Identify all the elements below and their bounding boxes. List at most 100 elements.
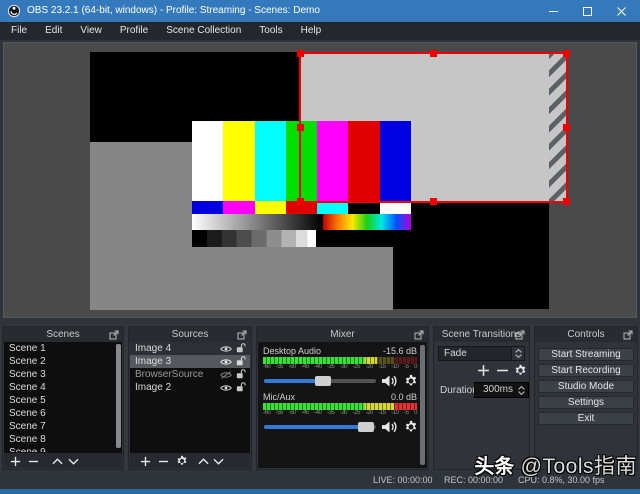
live-time: LIVE: 00:00:00 bbox=[373, 475, 433, 485]
selection-handle[interactable] bbox=[563, 50, 570, 57]
start-streaming-button[interactable]: Start Streaming bbox=[538, 348, 634, 361]
selection-handle[interactable] bbox=[429, 50, 437, 57]
menu-scene-collection[interactable]: Scene Collection bbox=[157, 22, 250, 40]
transition-properties-gear-icon[interactable] bbox=[514, 364, 527, 377]
window-title: OBS 23.2.1 (64-bit, windows) - Profile: … bbox=[27, 5, 320, 16]
mixer-scrollbar[interactable] bbox=[420, 345, 425, 465]
popout-icon[interactable] bbox=[414, 330, 424, 340]
exit-button[interactable]: Exit bbox=[538, 412, 634, 425]
scenes-scrollbar[interactable] bbox=[116, 344, 121, 448]
add-transition-button[interactable] bbox=[477, 364, 490, 377]
spinbox-arrows[interactable] bbox=[516, 383, 527, 397]
scene-item[interactable]: Scene 1 bbox=[4, 342, 122, 355]
eye-icon[interactable] bbox=[220, 358, 232, 366]
menu-help[interactable]: Help bbox=[292, 22, 331, 40]
eye-icon[interactable] bbox=[220, 384, 232, 392]
popout-icon[interactable] bbox=[109, 330, 119, 340]
source-name: Image 4 bbox=[135, 343, 172, 354]
sources-title: Sources bbox=[171, 329, 209, 340]
controls-header[interactable]: Controls bbox=[535, 327, 637, 342]
source-name: Image 3 bbox=[135, 356, 172, 367]
volume-slider-handle[interactable] bbox=[357, 422, 374, 432]
lock-icon[interactable] bbox=[236, 382, 246, 393]
selection-handle[interactable] bbox=[563, 198, 570, 205]
channel-gear-icon[interactable] bbox=[404, 374, 418, 388]
remove-transition-button[interactable] bbox=[496, 364, 509, 377]
menu-file[interactable]: File bbox=[2, 22, 36, 40]
start-recording-button[interactable]: Start Recording bbox=[538, 364, 634, 377]
add-scene-button[interactable] bbox=[9, 455, 21, 467]
scenes-header[interactable]: Scenes bbox=[3, 327, 123, 342]
add-source-button[interactable] bbox=[139, 455, 151, 467]
remove-source-button[interactable] bbox=[157, 455, 169, 467]
lock-icon[interactable] bbox=[236, 369, 246, 380]
source-properties-gear-icon[interactable] bbox=[176, 455, 188, 467]
combo-spinner[interactable] bbox=[511, 347, 524, 360]
volume-meter bbox=[263, 357, 417, 364]
scene-transitions-header[interactable]: Scene Transitions bbox=[434, 327, 529, 342]
move-source-up-button[interactable] bbox=[197, 455, 209, 467]
scene-item[interactable]: Scene 8 bbox=[4, 433, 122, 446]
chevron-up-icon bbox=[514, 349, 522, 353]
duration-label: Duration bbox=[440, 385, 478, 396]
lock-icon[interactable] bbox=[236, 356, 246, 367]
preview-source-black-rect-2[interactable] bbox=[393, 203, 549, 309]
volume-slider[interactable] bbox=[264, 422, 376, 432]
scene-item[interactable]: Scene 6 bbox=[4, 407, 122, 420]
channel-gear-icon[interactable] bbox=[404, 420, 418, 434]
menu-tools[interactable]: Tools bbox=[250, 22, 291, 40]
scene-item[interactable]: Scene 3 bbox=[4, 368, 122, 381]
selection-handle[interactable] bbox=[297, 50, 304, 57]
move-scene-down-button[interactable] bbox=[67, 455, 79, 467]
remove-scene-button[interactable] bbox=[27, 455, 39, 467]
volume-slider[interactable] bbox=[264, 376, 376, 386]
sources-header[interactable]: Sources bbox=[129, 327, 251, 342]
mixer-body: Desktop Audio -15.6 dB -60 -55 -50 -45 -40 -3… bbox=[258, 342, 427, 468]
scene-item[interactable]: Scene 5 bbox=[4, 394, 122, 407]
source-item[interactable]: Image 2 bbox=[130, 381, 250, 394]
popout-icon[interactable] bbox=[623, 330, 633, 340]
selection-handle[interactable] bbox=[297, 123, 304, 131]
chevron-down-icon bbox=[518, 390, 525, 395]
speaker-icon[interactable] bbox=[381, 420, 398, 434]
maximize-button[interactable] bbox=[570, 0, 604, 22]
menu-view[interactable]: View bbox=[71, 22, 111, 40]
selection-handle[interactable] bbox=[429, 198, 437, 205]
source-item-hidden[interactable]: BrowserSource bbox=[130, 368, 250, 381]
studio-mode-button[interactable]: Studio Mode bbox=[538, 380, 634, 393]
mixer-header[interactable]: Mixer bbox=[257, 327, 428, 342]
scene-item[interactable]: Scene 7 bbox=[4, 420, 122, 433]
watermark-logo-text: 头条 bbox=[474, 456, 515, 478]
volume-slider-handle[interactable] bbox=[315, 376, 332, 386]
selection-handle[interactable] bbox=[297, 198, 304, 205]
menu-edit[interactable]: Edit bbox=[36, 22, 71, 40]
minimize-button[interactable] bbox=[536, 0, 570, 22]
volume-meter bbox=[263, 403, 417, 410]
source-item[interactable]: Image 4 bbox=[130, 342, 250, 355]
dock-area: Scenes Scene 1 Scene 2 Scene 3 Scene 4 S… bbox=[0, 325, 640, 470]
close-button[interactable] bbox=[604, 0, 638, 22]
speaker-icon[interactable] bbox=[381, 374, 398, 388]
settings-button[interactable]: Settings bbox=[538, 396, 634, 409]
preview-viewport[interactable] bbox=[3, 42, 637, 318]
duration-spinbox[interactable]: 300ms bbox=[474, 382, 529, 398]
move-scene-up-button[interactable] bbox=[51, 455, 63, 467]
menu-profile[interactable]: Profile bbox=[111, 22, 157, 40]
watermark-handle-text: @Tools指南 bbox=[514, 455, 637, 478]
scene-item[interactable]: Scene 2 bbox=[4, 355, 122, 368]
watermark: 头条 @Tools指南 bbox=[474, 450, 637, 480]
title-bar: OBS 23.2.1 (64-bit, windows) - Profile: … bbox=[0, 0, 640, 22]
popout-icon[interactable] bbox=[515, 330, 525, 340]
selection-handle[interactable] bbox=[563, 123, 570, 131]
transition-select[interactable]: Fade bbox=[438, 346, 525, 361]
move-source-down-button[interactable] bbox=[212, 455, 224, 467]
scene-item[interactable]: Scene 4 bbox=[4, 381, 122, 394]
eye-slash-icon[interactable] bbox=[220, 370, 232, 379]
selection-outline[interactable] bbox=[297, 50, 570, 205]
lock-icon[interactable] bbox=[236, 343, 246, 354]
source-name: Image 2 bbox=[135, 382, 172, 393]
channel-name: Mic/Aux bbox=[263, 392, 296, 402]
eye-icon[interactable] bbox=[220, 345, 232, 353]
popout-icon[interactable] bbox=[237, 330, 247, 340]
source-item-selected[interactable]: Image 3 bbox=[130, 355, 250, 368]
